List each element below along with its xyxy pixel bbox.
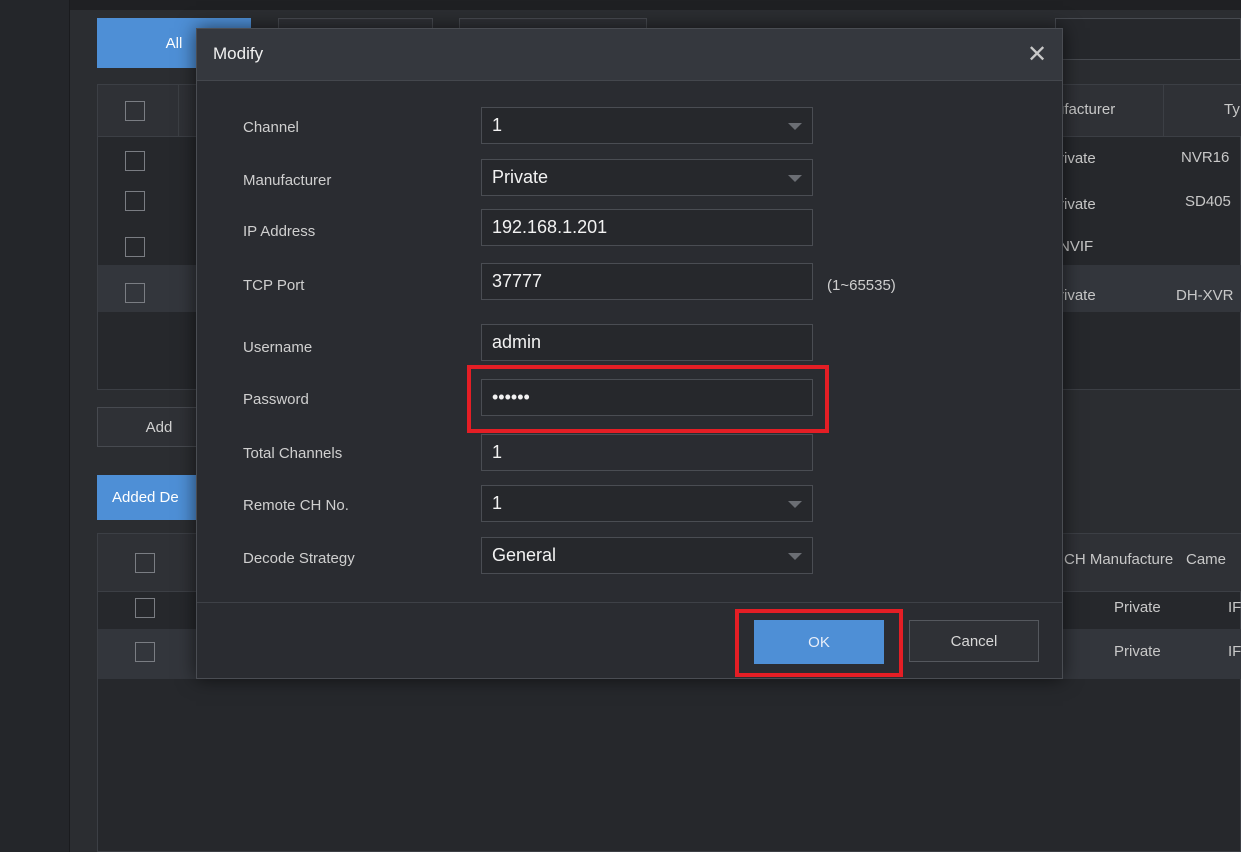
decode-strategy-label: Decode Strategy <box>243 550 355 567</box>
row-checkbox[interactable] <box>135 598 155 618</box>
total-channels-field[interactable]: 1 <box>481 434 813 471</box>
column-header-manufacturer: ufacturer <box>1056 101 1116 118</box>
row-checkbox[interactable] <box>125 191 145 211</box>
modify-dialog: Modify ✕ Channel 1 Manufacturer Private … <box>196 28 1063 679</box>
table-cell: rivate <box>1059 150 1096 167</box>
dialog-title: Modify <box>213 44 264 63</box>
chevron-down-icon <box>788 553 802 560</box>
password-highlight-box <box>467 365 829 433</box>
table-cell: NVIF <box>1059 238 1094 255</box>
chevron-down-icon <box>788 175 802 182</box>
channel-label: Channel <box>243 119 299 136</box>
remote-ch-select[interactable]: 1 <box>481 485 813 522</box>
remote-ch-value: 1 <box>492 493 503 513</box>
manufacturer-select[interactable]: Private <box>481 159 813 196</box>
table-cell: rivate <box>1059 287 1096 304</box>
table-cell: SD405 <box>1185 193 1231 210</box>
cancel-button[interactable]: Cancel <box>909 620 1039 662</box>
username-label: Username <box>243 339 313 356</box>
table-cell: Private <box>1114 643 1161 660</box>
tab-added-devices-label: Added De <box>112 489 179 506</box>
dialog-footer-divider <box>197 602 1062 603</box>
channel-select[interactable]: 1 <box>481 107 813 144</box>
tcp-port-field[interactable]: 37777 <box>481 263 813 300</box>
total-channels-value: 1 <box>492 442 503 462</box>
row-checkbox[interactable] <box>125 237 145 257</box>
search-input[interactable] <box>1055 18 1241 60</box>
column-header-manufacturer: CH Manufacture <box>1064 551 1174 568</box>
filter-all-label: All <box>165 34 183 52</box>
ok-button-label: OK <box>808 633 830 651</box>
table-cell: DH-XVR <box>1176 287 1234 304</box>
column-divider <box>178 85 179 137</box>
column-header-camera: Came <box>1186 551 1227 568</box>
app-top-bar <box>70 0 1241 10</box>
ip-address-label: IP Address <box>243 223 316 240</box>
username-field[interactable]: admin <box>481 324 813 361</box>
decode-strategy-select[interactable]: General <box>481 537 813 574</box>
ip-address-value: 192.168.1.201 <box>492 217 608 237</box>
row-checkbox[interactable] <box>125 283 145 303</box>
chevron-down-icon <box>788 501 802 508</box>
username-value: admin <box>492 332 542 352</box>
ok-button[interactable]: OK <box>754 620 884 664</box>
select-all-checkbox[interactable] <box>135 553 155 573</box>
close-icon: ✕ <box>1026 40 1048 68</box>
dialog-header: Modify ✕ <box>197 29 1062 81</box>
table-cell: IF <box>1228 599 1241 616</box>
tcp-port-label: TCP Port <box>243 277 305 294</box>
close-button[interactable]: ✕ <box>1022 39 1052 69</box>
manufacturer-value: Private <box>492 167 549 187</box>
remote-ch-label: Remote CH No. <box>243 497 349 514</box>
ip-address-field[interactable]: 192.168.1.201 <box>481 209 813 246</box>
tcp-port-range-hint: (1~65535) <box>827 277 896 294</box>
column-header-type: Ty <box>1224 101 1240 118</box>
add-button-label: Add <box>145 418 173 436</box>
tcp-port-value: 37777 <box>492 271 543 291</box>
select-all-checkbox[interactable] <box>125 101 145 121</box>
row-checkbox[interactable] <box>125 151 145 171</box>
table-cell: Private <box>1114 599 1161 616</box>
chevron-down-icon <box>788 123 802 130</box>
left-sidebar <box>0 0 70 852</box>
password-label: Password <box>243 391 309 408</box>
cancel-button-label: Cancel <box>950 632 998 650</box>
channel-value: 1 <box>492 115 503 135</box>
row-checkbox[interactable] <box>135 642 155 662</box>
total-channels-label: Total Channels <box>243 445 343 462</box>
decode-strategy-value: General <box>492 545 557 565</box>
table-cell: rivate <box>1059 196 1096 213</box>
manufacturer-label: Manufacturer <box>243 172 332 189</box>
table-cell: NVR16 <box>1181 149 1230 166</box>
table-cell: IF <box>1228 643 1241 660</box>
